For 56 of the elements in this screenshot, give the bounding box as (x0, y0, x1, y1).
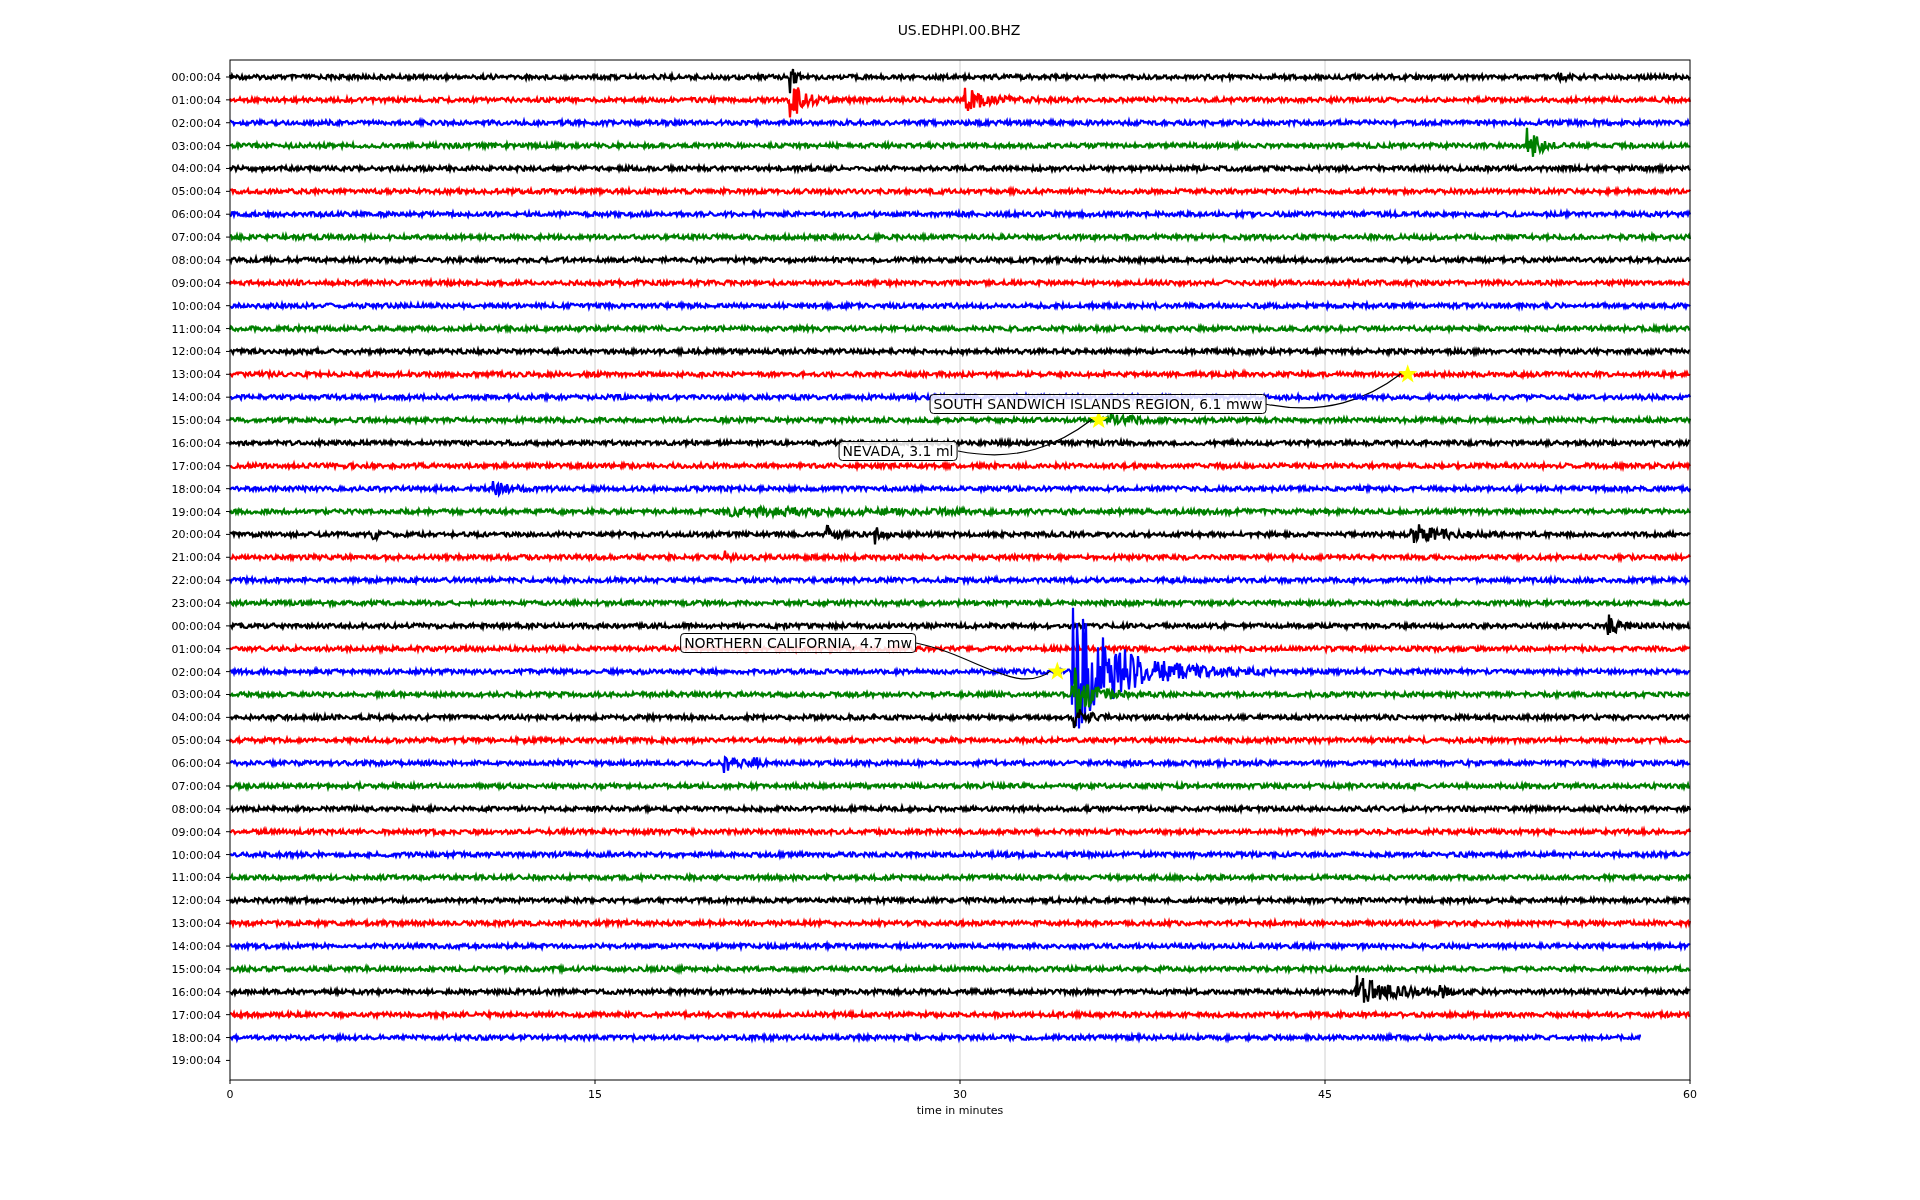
time-label: 07:00:04 (171, 779, 221, 793)
time-label: 00:00:04 (171, 71, 221, 84)
time-label: 03:00:04 (171, 688, 221, 702)
time-label: 08:00:04 (171, 253, 221, 267)
time-label: 15:00:04 (171, 962, 221, 976)
time-label: 12:00:04 (171, 894, 221, 908)
time-label: 23:00:04 (171, 597, 221, 610)
tick-label: 45 (1318, 1088, 1332, 1101)
event-label: NORTHERN CALIFORNIA, 4.7 mw (680, 633, 916, 653)
time-label: 19:00:04 (171, 505, 221, 519)
time-label: 09:00:04 (171, 276, 221, 290)
time-label: 13:00:04 (171, 917, 221, 931)
time-label: 18:00:04 (171, 482, 221, 496)
time-label: 04:00:04 (171, 711, 221, 725)
tick-label: 15 (588, 1088, 602, 1101)
time-label: 13:00:04 (171, 368, 221, 382)
time-label: 05:00:04 (171, 185, 221, 199)
time-label: 12:00:04 (171, 345, 221, 359)
time-label: 00:00:04 (171, 619, 221, 633)
event-star (1398, 364, 1418, 383)
time-label: 02:00:04 (171, 116, 221, 130)
time-label: 03:00:04 (171, 139, 221, 153)
plot-title: US.EDHPI.00.BHZ (897, 22, 1021, 38)
tick-label: 30 (953, 1088, 967, 1101)
time-label: 06:00:04 (171, 208, 221, 222)
time-label: 14:00:04 (171, 940, 221, 954)
event-label: SOUTH SANDWICH ISLANDS REGION, 6.1 mww (929, 394, 1267, 414)
axis-label: time in minutes (916, 1104, 1004, 1117)
time-label: 17:00:04 (171, 459, 221, 473)
time-label: 04:00:04 (171, 162, 221, 176)
event-label: NEVADA, 3.1 ml (838, 441, 958, 461)
time-label: 19:00:04 (171, 1054, 221, 1068)
time-label: 01:00:04 (171, 93, 221, 107)
time-label: 08:00:04 (171, 802, 221, 816)
time-label: 10:00:04 (171, 299, 221, 313)
time-label: 10:00:04 (171, 848, 221, 862)
time-label: 18:00:04 (171, 1031, 221, 1045)
time-label: 07:00:04 (171, 231, 221, 245)
time-label: 21:00:04 (171, 551, 221, 565)
time-label: 16:00:04 (171, 985, 221, 999)
time-label: 20:00:04 (171, 528, 221, 542)
time-label: 14:00:04 (171, 391, 221, 405)
time-label: 15:00:04 (171, 414, 221, 428)
time-label: 22:00:04 (171, 574, 221, 588)
event-star (1047, 661, 1067, 680)
tick-label: 0 (226, 1088, 234, 1101)
time-label: 17:00:04 (171, 1008, 221, 1022)
time-label: 11:00:04 (171, 871, 221, 885)
time-label: 06:00:04 (171, 757, 221, 771)
time-label: 01:00:04 (171, 642, 221, 656)
tick-label: 60 (1683, 1088, 1697, 1101)
time-label: 16:00:04 (171, 436, 221, 450)
time-label: 09:00:04 (171, 825, 221, 839)
time-label: 02:00:04 (171, 665, 221, 679)
time-label: 11:00:04 (171, 322, 221, 336)
time-label: 05:00:04 (171, 734, 221, 748)
